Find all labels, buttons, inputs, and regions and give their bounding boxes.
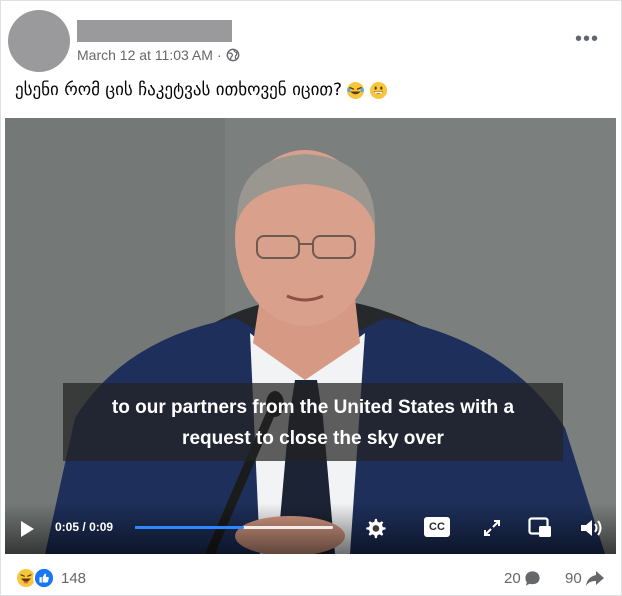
post-caption: ესენი რომ ცის ჩაკეტვას ითხოვენ იცით? <box>15 80 388 100</box>
subtitle-line-2: request to close the sky over <box>182 428 444 449</box>
time-separator: / <box>82 520 86 534</box>
comment-stat[interactable]: 20 <box>504 570 541 587</box>
reaction-count[interactable]: 148 <box>61 570 86 587</box>
progress-fill <box>135 526 244 529</box>
settings-gear-icon[interactable] <box>363 516 387 540</box>
grinning-emoji <box>369 81 388 100</box>
share-count: 90 <box>565 570 582 587</box>
avatar[interactable] <box>8 10 70 72</box>
author-name-redacted[interactable] <box>77 20 232 42</box>
subtitle-line-1: to our partners from the United States w… <box>111 397 515 418</box>
caption-text: ესენი რომ ცის ჩაკეტვას ითხოვენ იცით? <box>15 80 343 100</box>
video-player[interactable]: to our partners from the United States w… <box>5 118 616 554</box>
fullscreen-icon[interactable] <box>481 517 503 539</box>
comment-count: 20 <box>504 570 521 587</box>
picture-in-picture-icon[interactable] <box>527 516 553 540</box>
post-timestamp[interactable]: March 12 at 11:03 AM <box>77 47 213 63</box>
progress-bar[interactable] <box>135 526 333 529</box>
share-stat[interactable]: 90 <box>565 570 605 587</box>
video-frame <box>5 118 616 554</box>
duration: 0:09 <box>89 520 114 534</box>
more-options-button[interactable]: ••• <box>575 29 599 49</box>
meta-separator: · <box>216 47 222 63</box>
time-display: 0:05 / 0:09 <box>55 520 113 534</box>
share-arrow-icon <box>585 570 605 587</box>
globe-icon[interactable] <box>226 48 240 62</box>
rolling-laughing-emoji <box>346 81 365 100</box>
closed-captions-button[interactable]: CC <box>424 517 450 537</box>
post-footer: 148 20 90 <box>1 561 622 596</box>
comment-bubble-icon <box>524 570 541 587</box>
current-time: 0:05 <box>55 520 80 534</box>
post-card: March 12 at 11:03 AM · ••• ესენი რომ ცის… <box>0 0 622 596</box>
like-reaction-icon <box>33 567 55 589</box>
video-controls: 0:05 / 0:09 CC <box>5 503 616 554</box>
cc-label: CC <box>429 521 445 533</box>
post-meta: March 12 at 11:03 AM · <box>77 47 240 63</box>
play-icon[interactable] <box>17 519 37 539</box>
video-subtitle: to our partners from the United States w… <box>63 383 563 461</box>
reactions-summary[interactable]: 148 <box>15 567 86 589</box>
volume-icon[interactable] <box>579 516 605 540</box>
